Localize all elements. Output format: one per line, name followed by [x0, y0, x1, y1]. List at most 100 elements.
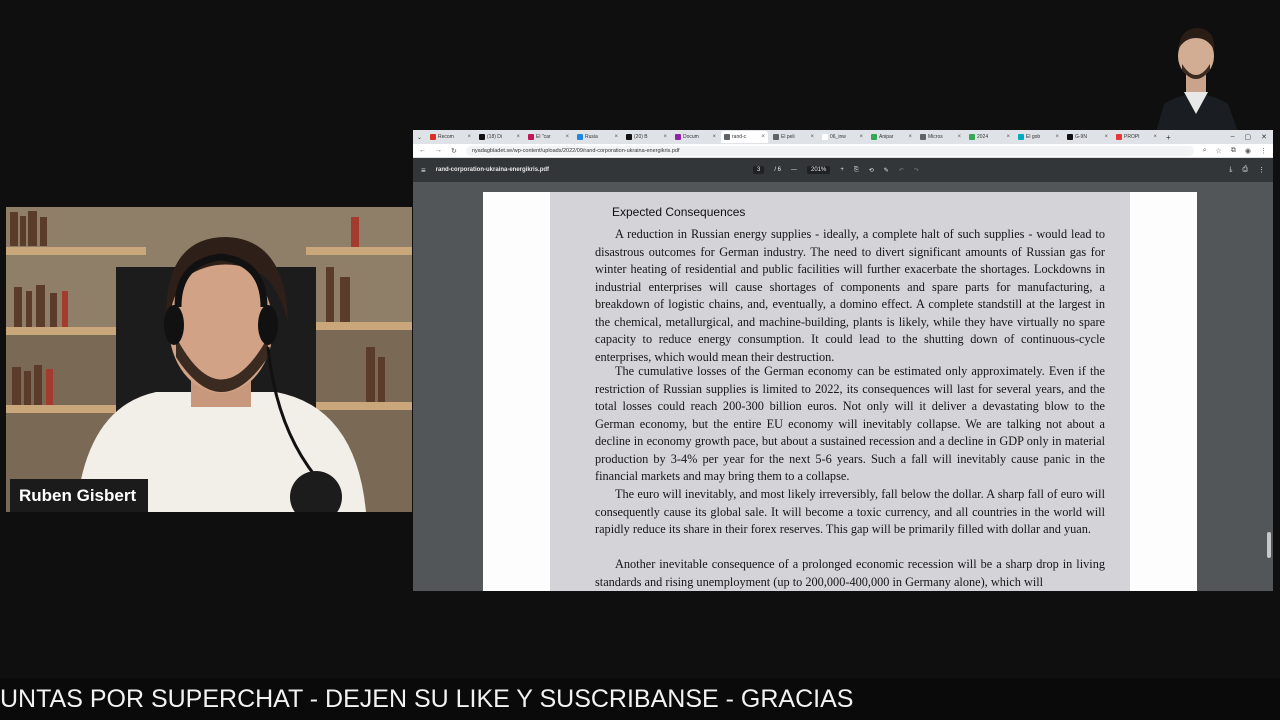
browser-tab[interactable]: 2024 × [966, 131, 1013, 143]
back-icon[interactable]: ← [419, 147, 426, 154]
tab-close-icon[interactable]: × [467, 134, 471, 140]
menu-icon[interactable]: ≡ [421, 166, 426, 175]
tab-favicon-icon [1018, 134, 1024, 140]
tab-label: Recom [438, 134, 454, 140]
tab-favicon-icon [577, 134, 583, 140]
browser-tab[interactable]: rand-c × [721, 131, 768, 143]
pdf-filename: rand-corporation-ukraina-energikris.pdf [435, 167, 550, 173]
paragraph-3: The euro will inevitably, and most likel… [595, 487, 1105, 536]
undo-icon[interactable]: ↶ [899, 167, 904, 174]
browser-tab[interactable]: (20) B × [623, 131, 670, 143]
tab-close-icon[interactable]: × [516, 134, 520, 140]
tab-close-icon[interactable]: × [1006, 134, 1010, 140]
url-field[interactable]: nyadagbladet.se/wp-content/uploads/2022/… [465, 145, 1194, 156]
tab-close-icon[interactable]: × [908, 134, 912, 140]
rotate-icon[interactable]: ⟲ [869, 167, 874, 174]
paragraph-1: A reduction in Russian energy supplies -… [595, 227, 1105, 364]
zoom-in-icon[interactable]: + [840, 167, 844, 173]
tab-favicon-icon [528, 134, 534, 140]
browser-menu-icon[interactable]: ⋮ [1260, 147, 1267, 155]
host-avatar [1146, 14, 1246, 132]
tab-close-icon[interactable]: × [957, 134, 961, 140]
zoom-out-icon[interactable]: — [791, 167, 797, 173]
paragraph-2: The cumulative losses of the German econ… [595, 364, 1105, 483]
tab-close-icon[interactable]: × [810, 134, 814, 140]
pdf-actions: ⤓ ⎙ ⋮ [1229, 166, 1265, 174]
more-icon[interactable]: ⋮ [1258, 166, 1265, 174]
tab-label: El "car [536, 134, 551, 140]
print-icon[interactable]: ⎙ [1242, 166, 1248, 174]
download-icon[interactable]: ⤓ [1229, 166, 1232, 174]
tab-close-icon[interactable]: × [712, 134, 716, 140]
page-number-input[interactable]: 3 [753, 166, 765, 174]
tab-list: Recom × (18) Di × El "car × Rusia × (20) B × Docum… [427, 131, 1160, 143]
tab-close-icon[interactable]: × [1104, 134, 1108, 140]
profile-icon[interactable]: ◉ [1245, 147, 1251, 155]
browser-tab[interactable]: El peli × [770, 131, 817, 143]
browser-tab[interactable]: El "car × [525, 131, 572, 143]
tab-label: PROPI [1124, 134, 1140, 140]
browser-tab[interactable]: (18) Di × [476, 131, 523, 143]
tab-close-icon[interactable]: × [614, 134, 618, 140]
tab-label: rand-c [732, 134, 747, 140]
browser-tab[interactable]: El gob × [1015, 131, 1062, 143]
browser-tab[interactable]: 06_inw × [819, 131, 866, 143]
extensions-icon[interactable]: ⧉ [1231, 147, 1236, 155]
browser-tab[interactable]: Docum × [672, 131, 719, 143]
tab-favicon-icon [724, 134, 730, 140]
tab-list-icon[interactable]: ⌄ [417, 134, 425, 141]
tab-favicon-icon [871, 134, 877, 140]
browser-tab[interactable]: Rusia × [574, 131, 621, 143]
tab-favicon-icon [773, 134, 779, 140]
bookmark-star-icon[interactable]: ☆ [1216, 147, 1222, 155]
tab-label: Anipar [879, 134, 894, 140]
tab-favicon-icon [920, 134, 926, 140]
page-total: / 6 [774, 167, 782, 173]
tab-close-icon[interactable]: × [1153, 134, 1157, 140]
browser-window: ⌄ Recom × (18) Di × El "car × Rusia × (20) B × Doc… [413, 130, 1273, 591]
window-controls: – ▢ ✕ [1231, 133, 1273, 141]
new-tab-icon[interactable]: + [1166, 133, 1171, 142]
tab-close-icon[interactable]: × [761, 134, 765, 140]
speaker-name-tag: Ruben Gisbert [10, 479, 149, 512]
close-window-icon[interactable]: ✕ [1261, 133, 1267, 141]
pdf-viewer[interactable]: Expected Consequences A reduction in Rus… [413, 182, 1273, 591]
forward-icon[interactable]: → [435, 147, 442, 154]
tab-label: G-9N [1075, 134, 1087, 140]
browser-tab[interactable]: Anipar × [868, 131, 915, 143]
maximize-icon[interactable]: ▢ [1245, 133, 1252, 141]
address-bar-row: ← → ↻ nyadagbladet.se/wp-content/uploads… [413, 144, 1273, 158]
tab-label: Micros [928, 134, 943, 140]
tab-strip: ⌄ Recom × (18) Di × El "car × Rusia × (20) B × Doc… [413, 130, 1273, 144]
tab-favicon-icon [1116, 134, 1122, 140]
browser-tab[interactable]: Recom × [427, 131, 474, 143]
pdf-page: Expected Consequences A reduction in Rus… [483, 192, 1197, 591]
tab-favicon-icon [1067, 134, 1073, 140]
browser-tab[interactable]: Micros × [917, 131, 964, 143]
tab-favicon-icon [675, 134, 681, 140]
pdf-toolbar: ≡ rand-corporation-ukraina-energikris.pd… [413, 158, 1273, 182]
tab-close-icon[interactable]: × [565, 134, 569, 140]
host-portrait-image [1146, 14, 1246, 132]
zoom-icon[interactable]: ⌕ [1203, 147, 1207, 155]
browser-tab[interactable]: PROPI × [1113, 131, 1160, 143]
tab-label: (18) Di [487, 134, 503, 140]
paragraph-4: Another inevitable consequence of a prol… [595, 557, 1105, 589]
webcam-image [6, 207, 412, 512]
tab-label: El gob [1026, 134, 1041, 140]
browser-tab[interactable]: G-9N × [1064, 131, 1111, 143]
tab-favicon-icon [969, 134, 975, 140]
tab-close-icon[interactable]: × [663, 134, 667, 140]
reload-icon[interactable]: ↻ [451, 147, 457, 155]
tab-close-icon[interactable]: × [1055, 134, 1059, 140]
section-heading: Expected Consequences [612, 205, 746, 219]
redo-icon[interactable]: ↷ [914, 167, 919, 174]
webcam-feed [6, 207, 412, 512]
fit-page-icon[interactable]: ⎘ [854, 167, 859, 174]
annotate-icon[interactable]: ✎ [884, 167, 889, 174]
minimize-icon[interactable]: – [1231, 133, 1235, 141]
scanned-page: Expected Consequences A reduction in Rus… [550, 192, 1130, 591]
pdf-scrollbar[interactable] [1267, 532, 1271, 558]
tab-close-icon[interactable]: × [859, 134, 863, 140]
zoom-level-input[interactable]: 201% [807, 166, 831, 174]
